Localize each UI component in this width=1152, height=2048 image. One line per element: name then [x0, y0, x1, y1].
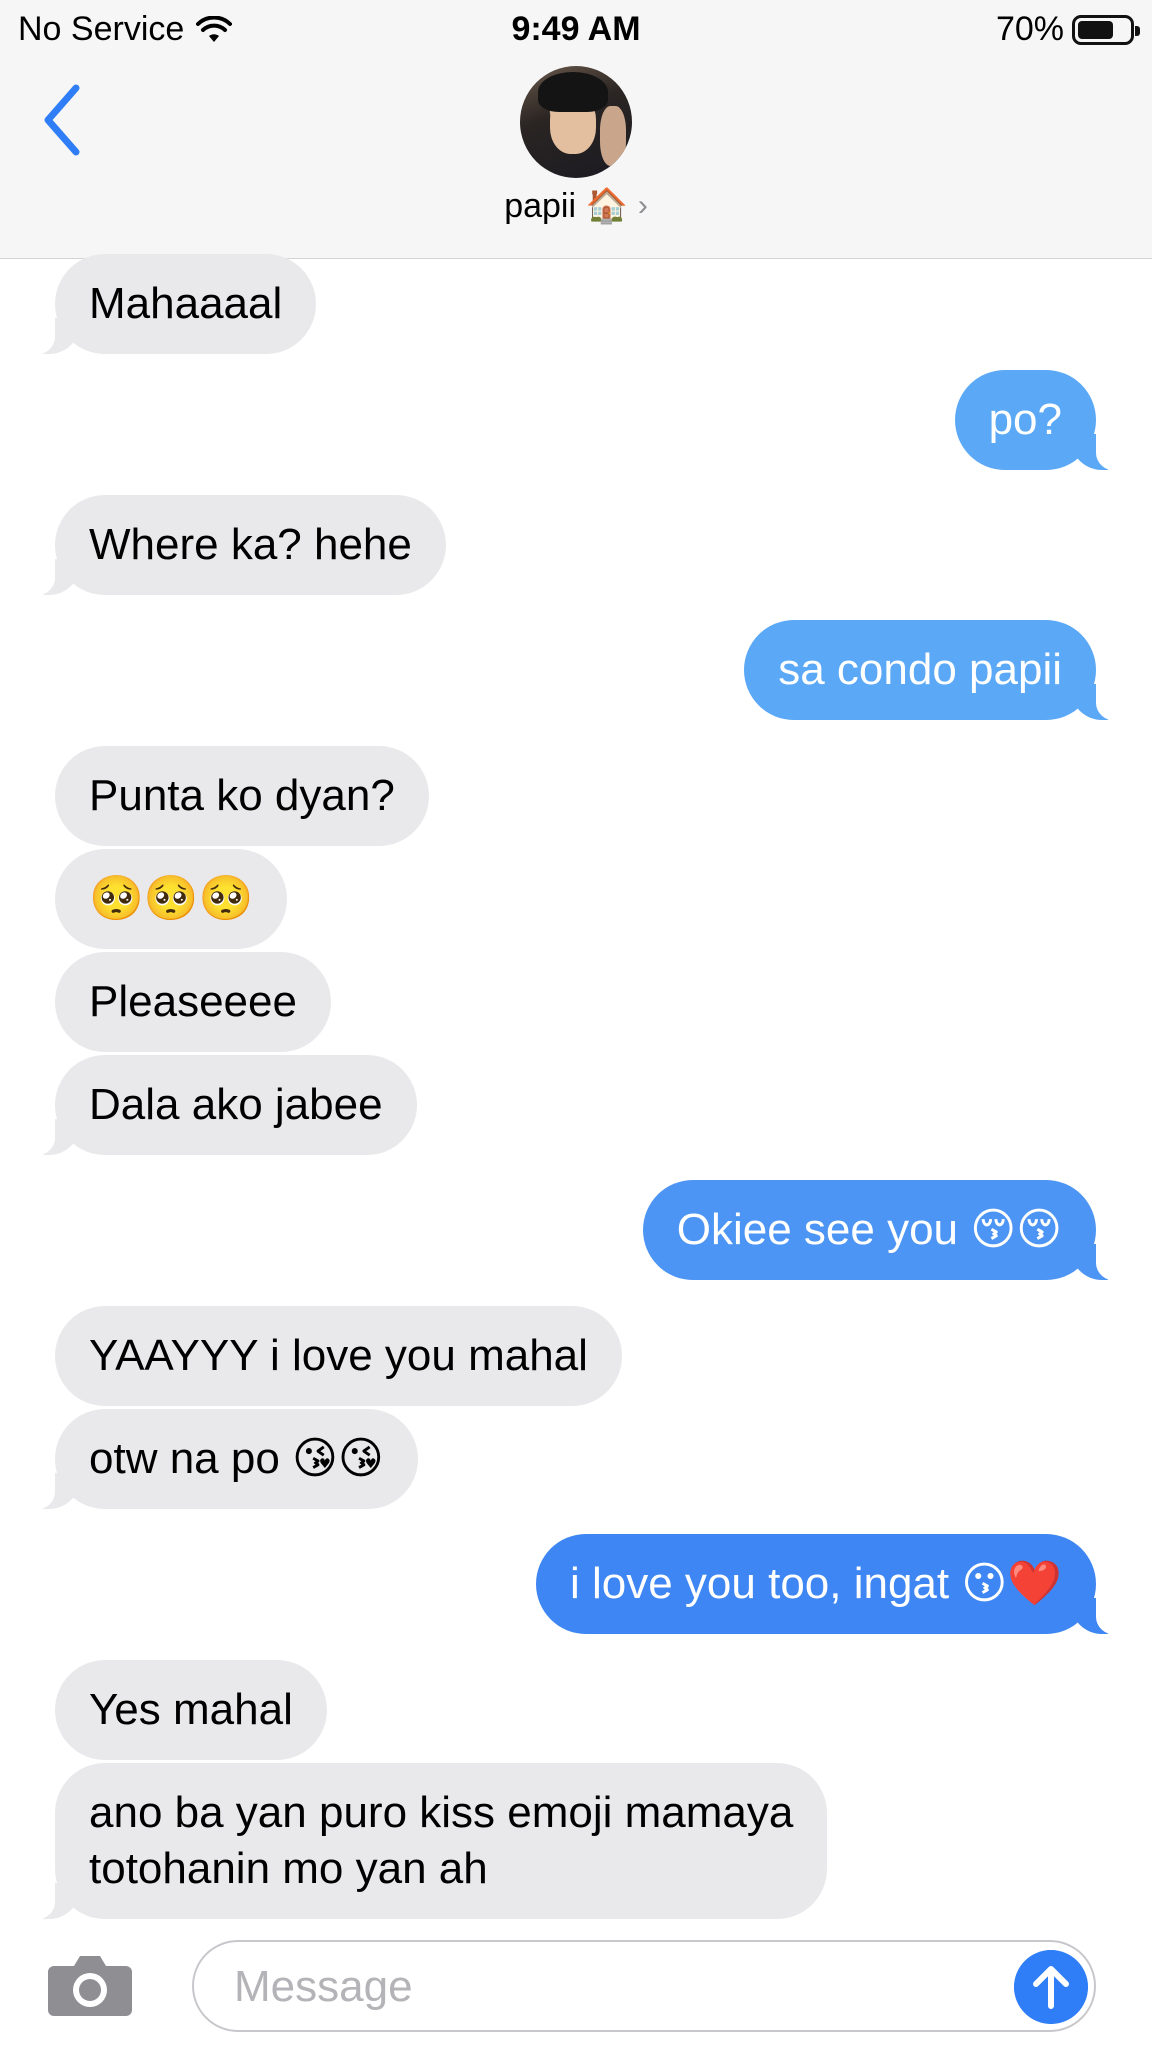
- chevron-right-icon: ›: [637, 189, 648, 222]
- message-input[interactable]: [234, 1956, 994, 2018]
- compose-bar: [0, 1920, 1152, 2048]
- contact-name: papii 🏠: [504, 187, 628, 225]
- status-bar: No Service 9:49 AM 70%: [0, 0, 1152, 58]
- battery-percent: 70%: [995, 10, 1064, 48]
- message-bubble-incoming[interactable]: Pleaseeee: [55, 952, 331, 1052]
- message-bubble-incoming[interactable]: Where ka? hehe: [31, 495, 446, 596]
- message-bubble-incoming[interactable]: Yes mahal: [55, 1660, 327, 1760]
- chevron-left-icon[interactable]: [36, 80, 96, 160]
- message-bubble-incoming[interactable]: 🥺🥺🥺: [55, 849, 288, 949]
- message-bubble-incoming[interactable]: otw na po 😘😘: [31, 1409, 418, 1510]
- camera-icon[interactable]: [46, 1952, 134, 2018]
- message-bubble-incoming[interactable]: Mahaaaal: [30, 254, 317, 355]
- contact-name-button[interactable]: papii 🏠 ›: [0, 186, 1152, 226]
- battery-status: 70%: [995, 10, 1140, 49]
- message-bubble-outgoing[interactable]: i love you too, ingat 😗❤️: [535, 1534, 1121, 1635]
- message-bubble-incoming[interactable]: Dala ako jabee: [31, 1055, 417, 1156]
- battery-icon: [1072, 14, 1140, 45]
- message-bubble-incoming[interactable]: Punta ko dyan?: [55, 746, 429, 846]
- arrow-up-icon[interactable]: [1014, 1950, 1088, 2024]
- message-bubble-outgoing[interactable]: Okiee see you 😚😚: [642, 1180, 1121, 1281]
- conversation-header: papii 🏠 ›: [0, 58, 1152, 259]
- contact-avatar[interactable]: [520, 66, 632, 178]
- message-bubble-incoming[interactable]: YAAYYY i love you mahal: [55, 1306, 622, 1406]
- clock: 9:49 AM: [511, 10, 641, 48]
- message-bubble-incoming[interactable]: ano ba yan puro kiss emoji mamaya totoha…: [30, 1763, 828, 1920]
- message-bubble-outgoing[interactable]: sa condo papii: [744, 620, 1120, 721]
- message-bubble-outgoing[interactable]: po?: [954, 370, 1121, 471]
- message-field: [192, 1940, 1096, 2032]
- battery-level: [1078, 20, 1113, 39]
